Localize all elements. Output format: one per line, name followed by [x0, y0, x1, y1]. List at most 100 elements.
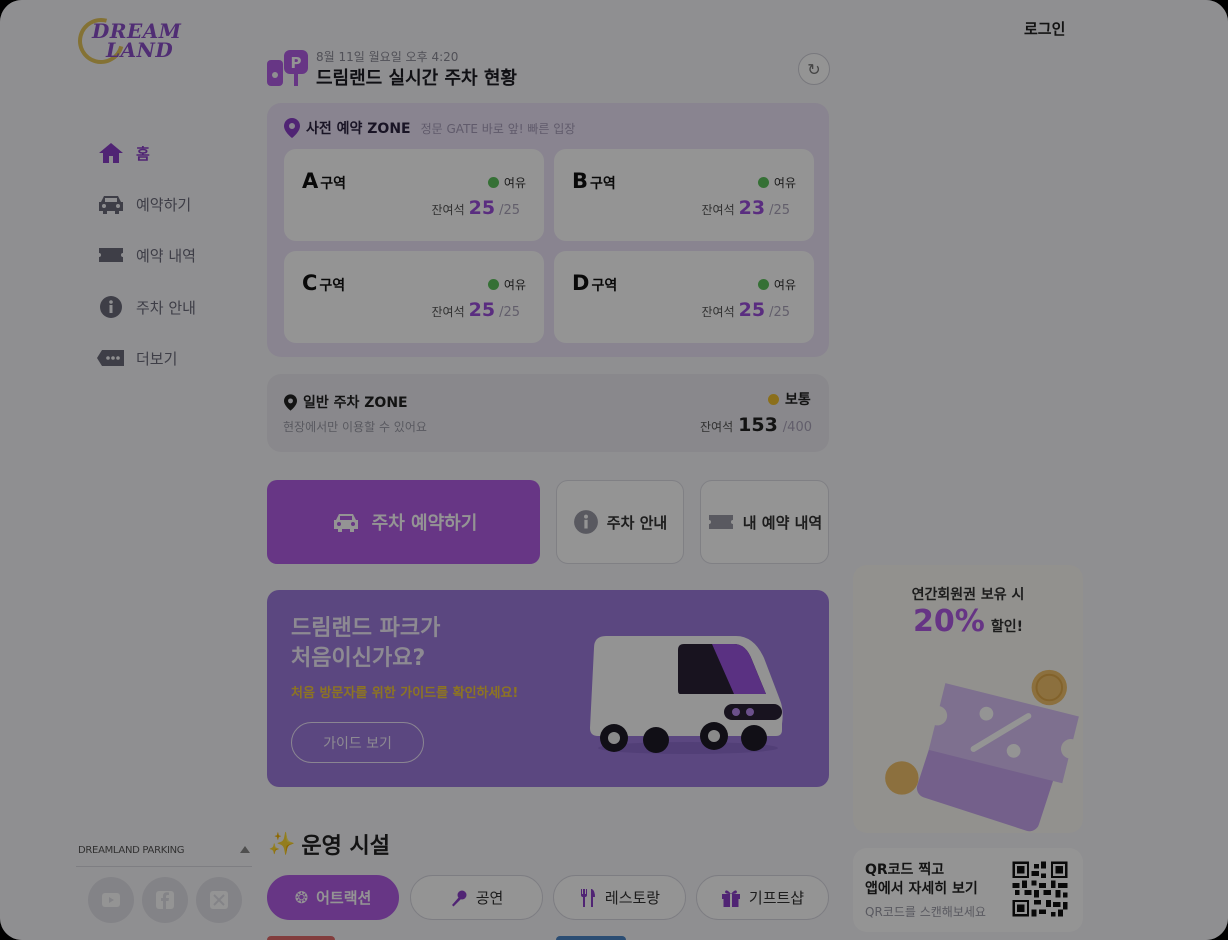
- attraction-icon: ❂: [294, 888, 309, 907]
- status-dot: [768, 393, 779, 405]
- reserve-parking-label: 주차 예약하기: [371, 513, 478, 534]
- status-dot: [757, 279, 769, 290]
- tab-attraction[interactable]: ❂ 어트랙션: [267, 875, 399, 920]
- remaining-count: 25: [468, 197, 496, 219]
- facility-card-peek: [267, 936, 335, 940]
- home-icon: [96, 140, 126, 166]
- tab-performance[interactable]: 공연: [410, 875, 543, 920]
- chevron-up-icon[interactable]: [240, 846, 250, 853]
- remaining-count: 23: [738, 197, 766, 219]
- zone-status: 여유: [773, 278, 796, 292]
- parking-guide-label: 주차 안내: [606, 513, 668, 532]
- info-icon: [96, 294, 126, 320]
- facility-card-peek: [556, 936, 626, 940]
- car-icon: [333, 514, 358, 532]
- info-icon: [573, 510, 598, 534]
- sidebar-item-home[interactable]: 홈: [96, 136, 150, 170]
- location-pin-icon: [284, 118, 300, 138]
- total-count: /25: [499, 203, 520, 218]
- my-reservations-label: 내 예약 내역: [742, 513, 823, 532]
- dreamland-logo[interactable]: DREAM LAND: [69, 9, 186, 73]
- sidebar-item-label: 예약하기: [136, 195, 192, 214]
- qr-code-icon: [1010, 859, 1070, 919]
- status-date: 8월 11일 월요일 오후 4:20: [316, 50, 459, 64]
- sidebar-item-guide[interactable]: 주차 안내: [96, 290, 196, 324]
- general-zone-title: 일반 주차 ZONE: [303, 395, 408, 411]
- zone-suffix: 구역: [590, 176, 616, 192]
- zone-letter: C: [302, 271, 318, 295]
- status-dot: [487, 177, 499, 188]
- guide-view-button[interactable]: 가이드 보기: [291, 722, 424, 763]
- facebook-icon[interactable]: [142, 877, 188, 923]
- sidebar-item-more[interactable]: 더보기: [96, 341, 177, 375]
- microphone-icon: [451, 890, 467, 906]
- sidebar-item-reserve[interactable]: 예약하기: [96, 187, 191, 221]
- remain-label: 잔여석: [431, 203, 465, 217]
- facilities-title: 운영 시설: [301, 834, 391, 859]
- zone-card-d[interactable]: D 구역 여유 잔여석 25/25: [554, 251, 814, 343]
- zone-suffix: 구역: [320, 176, 347, 192]
- zone-suffix: 구역: [591, 278, 618, 294]
- qr-line1: QR코드 찍고: [865, 862, 945, 878]
- reserve-parking-button[interactable]: 주차 예약하기: [267, 480, 540, 564]
- zone-status: 여유: [773, 176, 796, 190]
- zone-card-c[interactable]: C 구역 여유 잔여석 25/25: [284, 251, 544, 343]
- sidebar-item-label: 주차 안내: [136, 298, 196, 317]
- sidebar-item-history[interactable]: 예약 내역: [96, 238, 196, 272]
- zone-suffix: 구역: [319, 278, 346, 294]
- app-window: DREAM LAND 홈 예약하기 예약 내역 주차 안내 더보기 DREAML…: [0, 0, 1228, 940]
- ad-percent: 20%: [913, 604, 985, 639]
- refresh-icon: ↻: [807, 59, 821, 79]
- tab-giftshop[interactable]: 기프트샵: [696, 875, 829, 920]
- reserved-zone-subtitle: 정문 GATE 바로 앞! 빠른 입장: [420, 121, 576, 136]
- remain-label: 잔여석: [431, 305, 465, 319]
- zone-status: 여유: [503, 278, 526, 292]
- remain-label: 잔여석: [701, 305, 735, 319]
- logo-line2: LAND: [106, 38, 174, 62]
- sidebar-item-label: 홈: [136, 144, 150, 163]
- parking-icon: P: [266, 48, 310, 88]
- x-icon[interactable]: [196, 877, 242, 923]
- banner-subtitle: 처음 방문자를 위한 가이드를 확인하세요!: [291, 686, 519, 701]
- general-zone-panel[interactable]: [267, 374, 829, 452]
- sidebar-item-label: 예약 내역: [136, 246, 196, 265]
- gift-icon: [721, 889, 740, 907]
- coupon-illustration: [876, 660, 1086, 835]
- login-link[interactable]: 로그인: [1024, 18, 1065, 39]
- remaining-count: 25: [738, 299, 766, 321]
- remain-label: 잔여석: [700, 420, 734, 434]
- ad-sale: 할인!: [990, 619, 1023, 635]
- youtube-icon[interactable]: [88, 877, 134, 923]
- zone-status: 여유: [503, 176, 526, 190]
- zone-card-a[interactable]: A 구역 여유 잔여석 25/25: [284, 149, 544, 241]
- total-count: /400: [782, 420, 812, 435]
- status-dot: [487, 279, 499, 290]
- parking-guide-button[interactable]: 주차 안내: [556, 480, 684, 564]
- divider: [76, 866, 252, 867]
- truck-illustration: [584, 628, 788, 758]
- total-count: /25: [769, 203, 790, 218]
- location-pin-icon: [284, 393, 297, 411]
- reserved-zone-header: 사전 예약 ZONE 정문 GATE 바로 앞! 빠른 입장: [284, 118, 575, 138]
- refresh-button[interactable]: ↻: [798, 53, 830, 85]
- car-icon: [96, 191, 126, 217]
- qr-line2: 앱에서 자세히 보기: [865, 881, 978, 897]
- tab-label: 레스토랑: [604, 889, 661, 907]
- zone-letter: B: [572, 169, 589, 193]
- zone-card-b[interactable]: B 구역 여유 잔여석 23/25: [554, 149, 814, 241]
- tab-label: 기프트샵: [748, 889, 805, 907]
- footer-label: DREAMLAND PARKING: [78, 845, 185, 856]
- my-reservations-button[interactable]: 내 예약 내역: [700, 480, 829, 564]
- banner-title-line2: 처음이신가요?: [291, 646, 426, 671]
- status-dot: [757, 177, 769, 188]
- remaining-count: 153: [738, 414, 778, 436]
- general-zone-status: 보통: [785, 392, 811, 408]
- sparkle-icon: ✨: [268, 831, 296, 857]
- zone-letter: A: [302, 169, 319, 193]
- general-zone-subtitle: 현장에서만 이용할 수 있어요: [283, 420, 427, 434]
- tab-label: 공연: [475, 889, 504, 907]
- ticket-icon: [96, 242, 126, 268]
- more-icon: [96, 345, 126, 371]
- reserved-zone-title: 사전 예약 ZONE: [306, 121, 411, 137]
- tab-restaurant[interactable]: 레스토랑: [553, 875, 686, 920]
